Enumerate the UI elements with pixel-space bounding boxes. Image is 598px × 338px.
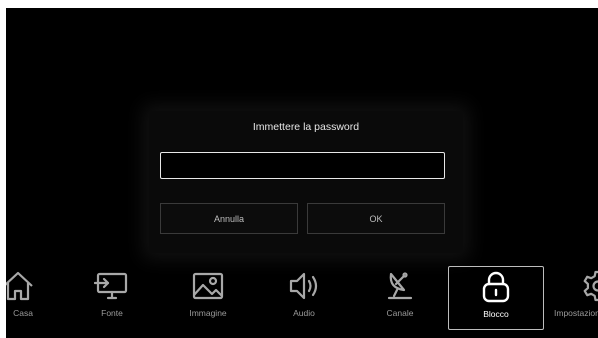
menu-item-blocco[interactable]: Blocco xyxy=(448,266,544,330)
menu-label-canale: Canale xyxy=(386,308,414,318)
picture-icon xyxy=(190,268,226,304)
menu-item-casa[interactable]: Casa xyxy=(6,266,42,330)
menu-label-immagine: Immagine xyxy=(189,308,227,318)
menu-label-audio: Audio xyxy=(293,308,315,318)
tv-screen: Immettere la password Annulla OK Casa Fo… xyxy=(6,8,598,338)
menu-label-casa: Casa xyxy=(13,308,33,318)
home-icon xyxy=(6,268,36,304)
satellite-dish-icon xyxy=(382,268,418,304)
gear-icon xyxy=(580,268,598,304)
ok-button[interactable]: OK xyxy=(307,203,445,234)
source-icon xyxy=(94,268,130,304)
menu-item-immagine[interactable]: Immagine xyxy=(182,266,234,330)
speaker-icon xyxy=(286,268,322,304)
password-input[interactable] xyxy=(160,152,445,179)
menu-item-impostazioni[interactable]: Impostazioni xyxy=(554,266,598,330)
menu-label-fonte: Fonte xyxy=(101,308,123,318)
password-dialog: Immettere la password Annulla OK xyxy=(149,111,463,253)
menu-item-audio[interactable]: Audio xyxy=(280,266,328,330)
menu-label-impostazioni: Impostazioni xyxy=(554,308,598,318)
menu-item-fonte[interactable]: Fonte xyxy=(88,266,136,330)
lock-icon xyxy=(478,269,514,305)
menu-label-blocco: Blocco xyxy=(483,309,509,319)
menu-item-canale[interactable]: Canale xyxy=(376,266,424,330)
dialog-title: Immettere la password xyxy=(252,121,360,133)
cancel-button[interactable]: Annulla xyxy=(160,203,298,234)
